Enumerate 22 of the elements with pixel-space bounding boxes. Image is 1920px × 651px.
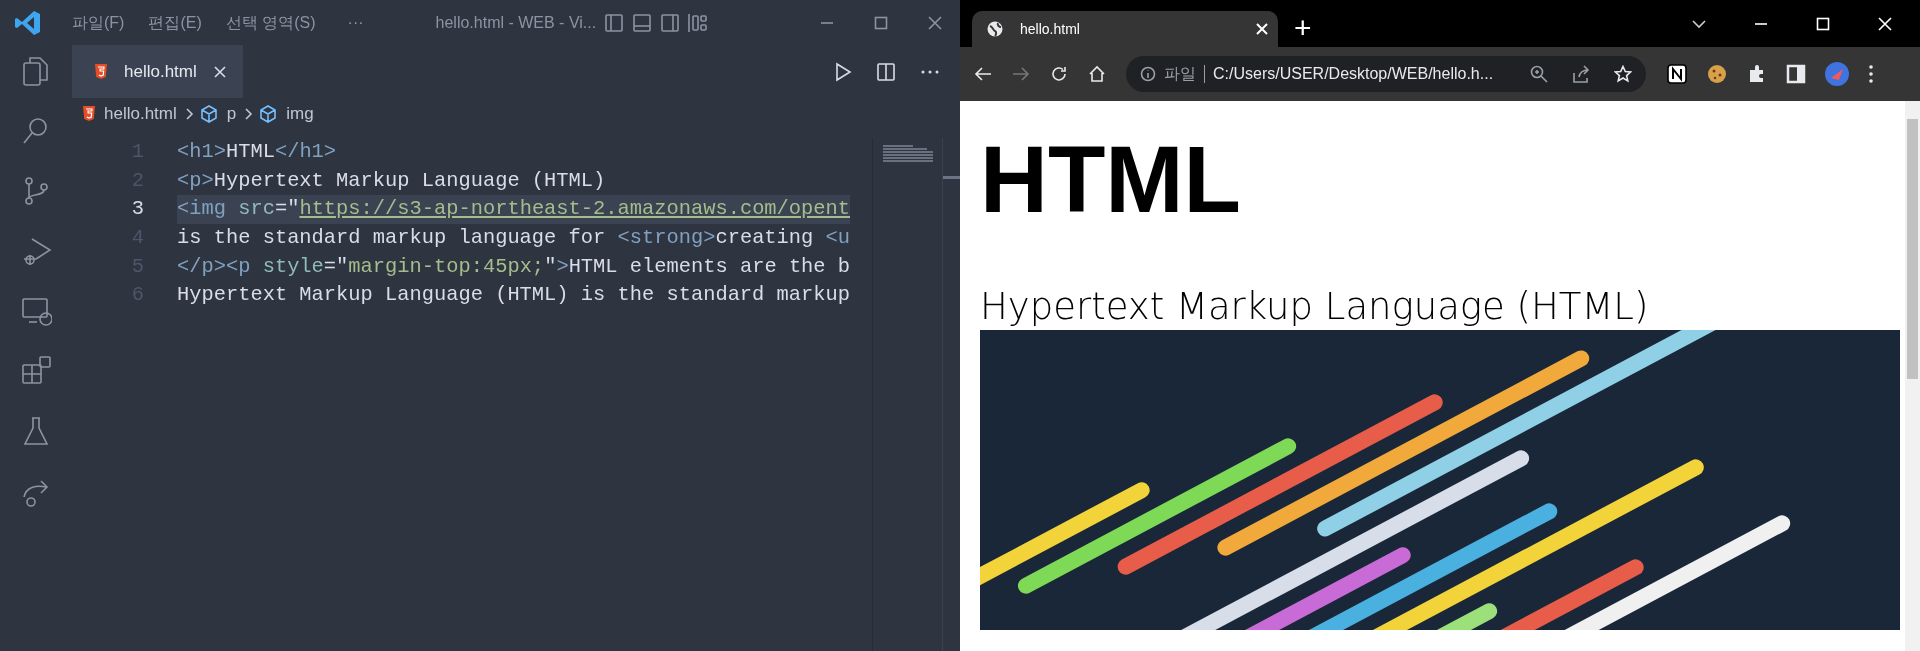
editor-tab[interactable]: hello.html	[72, 45, 243, 98]
page-heading: HTML	[980, 126, 1243, 234]
code-line: Hypertext Markup Language (HTML) is the standard markup	[177, 282, 850, 309]
page-paragraph: Hypertext Markup Language (HTML)	[980, 287, 1650, 328]
code-line: <p>Hypertext Markup Language (HTML)	[177, 167, 606, 194]
code-line: </p><p style="margin-top:45px;">HTML elements are the b	[177, 253, 851, 280]
menu-item[interactable]: 파일(F)	[72, 14, 125, 31]
code-line: <h1>HTML</h1>	[177, 139, 337, 165]
line-number: 3	[130, 196, 145, 223]
menu-item[interactable]: 선택 영역(S)	[225, 14, 316, 31]
address-scheme: 파일	[1164, 64, 1196, 84]
window-title: hello.html - WEB - Vi...	[435, 12, 597, 33]
code-line: is the standard markup language for <strong>creating <u	[177, 225, 851, 252]
browser-tab[interactable]: hello.html	[972, 11, 1278, 47]
more-menu-button[interactable]: ···	[347, 14, 364, 31]
address-bar[interactable]: 파일 C:/Users/USER/Desktop/WEB/hello.h...	[1126, 56, 1646, 92]
menu-item[interactable]: 편집(E)	[148, 14, 202, 31]
breadcrumb-item[interactable]: p	[198, 103, 237, 125]
new-tab-button[interactable]: +	[1294, 12, 1312, 43]
address-url: C:/Users/USER/Desktop/WEB/hello.h...	[1213, 64, 1494, 84]
breadcrumb-item[interactable]: hello.html	[82, 103, 177, 125]
breadcrumb-item[interactable]: img	[258, 103, 314, 125]
